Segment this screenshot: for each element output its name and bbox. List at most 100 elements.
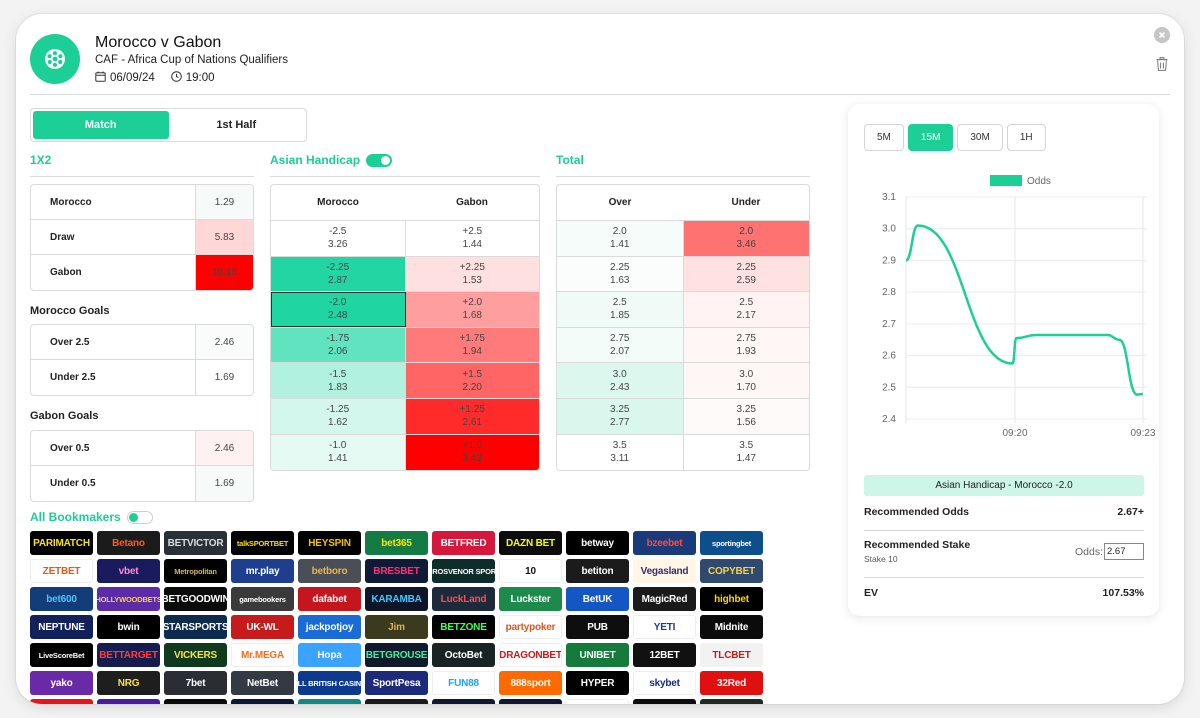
bookmaker-logo[interactable]: 10 [499, 559, 562, 583]
bookmaker-logo[interactable] [164, 699, 227, 704]
bookmaker-logo[interactable]: bet365 [365, 531, 428, 555]
bookmaker-logo[interactable]: vbet [97, 559, 160, 583]
over-total-cell[interactable]: 3.5 3.11 [557, 434, 684, 471]
bookmaker-logo[interactable]: BETGROUSE [365, 643, 428, 667]
odds-cell[interactable]: 5.83 [196, 220, 253, 254]
odds-input[interactable] [1104, 543, 1144, 560]
morocco-handicap-cell[interactable]: -1.0 1.41 [271, 434, 406, 471]
bookmaker-logo[interactable]: DRAGONBET [499, 643, 562, 667]
under-total-cell[interactable]: 3.0 1.70 [683, 363, 809, 398]
bookmaker-logo[interactable]: highbet [700, 587, 763, 611]
bookmaker-logo[interactable]: betiton [566, 559, 629, 583]
bookmaker-logo[interactable]: skybet [633, 671, 696, 695]
odds-cell[interactable]: 1.69 [196, 466, 253, 501]
bookmaker-logo[interactable]: dafabet [298, 587, 361, 611]
bookmaker-logo[interactable]: betway [566, 531, 629, 555]
under-total-cell[interactable]: 3.5 1.47 [683, 434, 809, 471]
under-total-cell[interactable]: 3.25 1.56 [683, 398, 809, 434]
bookmaker-logo[interactable]: BETFRED [432, 531, 495, 555]
bookmaker-logo[interactable]: Betano [97, 531, 160, 555]
bookmaker-logo[interactable]: Jim [365, 615, 428, 639]
under-total-cell[interactable]: 2.25 2.59 [683, 256, 809, 292]
bookmaker-logo[interactable]: 7bet [164, 671, 227, 695]
bookmaker-logo[interactable]: UK-WL [231, 615, 294, 639]
bookmaker-logo[interactable]: 12BET [633, 643, 696, 667]
odds-cell[interactable]: 19.18 [196, 255, 253, 290]
morocco-handicap-cell[interactable]: -1.75 2.06 [271, 327, 406, 363]
bookmaker-logo[interactable] [700, 699, 763, 704]
odds-cell[interactable]: 1.69 [196, 360, 253, 395]
interval-5m-button[interactable]: 5M [864, 124, 904, 151]
over-total-cell[interactable]: 3.0 2.43 [557, 363, 684, 398]
bookmaker-logo[interactable]: Luckster [499, 587, 562, 611]
over-total-cell[interactable]: 2.0 1.41 [557, 221, 684, 256]
bookmaker-logo[interactable]: STARSPORTS [164, 615, 227, 639]
bookmaker-logo[interactable]: sportingbet [700, 531, 763, 555]
morocco-handicap-cell[interactable]: -1.25 1.62 [271, 398, 406, 434]
gabon-handicap-cell[interactable]: +1.75 1.94 [405, 327, 539, 363]
bookmaker-logo[interactable]: UNIBET [566, 643, 629, 667]
bookmaker-logo[interactable]: betboro [298, 559, 361, 583]
bookmaker-logo[interactable]: Mr.MEGA [231, 643, 294, 667]
bookmaker-logo[interactable] [432, 699, 495, 704]
tab-match[interactable]: Match [33, 111, 169, 139]
bookmaker-logo[interactable]: BETTARGET [97, 643, 160, 667]
bookmaker-logo[interactable]: NetBet [231, 671, 294, 695]
bookmaker-logo[interactable]: talkSPORTBET [231, 531, 294, 555]
bookmaker-logo[interactable]: 32Red [700, 671, 763, 695]
bookmaker-logo[interactable] [499, 699, 562, 704]
bookmaker-logo[interactable] [97, 699, 160, 704]
bookmaker-logo[interactable]: BETZONE [432, 615, 495, 639]
bookmaker-logo[interactable]: LiveScoreBet [30, 643, 93, 667]
gabon-handicap-cell[interactable]: +1.0 3.43 [405, 434, 539, 471]
morocco-handicap-cell[interactable]: -2.0 2.48 [271, 292, 406, 327]
gabon-handicap-cell[interactable]: +1.5 2.20 [405, 363, 539, 398]
bookmaker-logo[interactable]: gamebookers [231, 587, 294, 611]
bookmaker-logo[interactable]: bwin [97, 615, 160, 639]
bookmaker-logo[interactable]: KARAMBA [365, 587, 428, 611]
bookmaker-logo[interactable]: Hopa [298, 643, 361, 667]
bookmaker-logo[interactable]: 888sport [499, 671, 562, 695]
bookmaker-logo[interactable]: OctoBet [432, 643, 495, 667]
bookmaker-logo[interactable]: BETVICTOR [164, 531, 227, 555]
bookmaker-logo[interactable]: COPYBET [700, 559, 763, 583]
bookmaker-logo[interactable]: ZETBET [30, 559, 93, 583]
bookmaker-logo[interactable]: YETI [633, 615, 696, 639]
bookmaker-logo[interactable]: HEYSPIN [298, 531, 361, 555]
bookmaker-logo[interactable]: Midnite [700, 615, 763, 639]
interval-30m-button[interactable]: 30M [957, 124, 1003, 151]
bookmaker-logo[interactable]: SportPesa [365, 671, 428, 695]
bookmaker-logo[interactable] [633, 699, 696, 704]
bookmaker-logo[interactable]: jackpotjoy [298, 615, 361, 639]
bookmaker-logo[interactable]: DAZN BET [499, 531, 562, 555]
bookmaker-logo[interactable] [365, 699, 428, 704]
bookmaker-logo[interactable]: BETGOODWIN [164, 587, 227, 611]
bookmaker-logo[interactable] [566, 699, 629, 704]
gabon-handicap-cell[interactable]: +1.25 2.61 [405, 398, 539, 434]
bookmaker-logo[interactable]: HYPER [566, 671, 629, 695]
morocco-handicap-cell[interactable]: -2.25 2.87 [271, 256, 406, 292]
bookmaker-logo[interactable]: PUB [566, 615, 629, 639]
bookmaker-logo[interactable]: NEPTUNE [30, 615, 93, 639]
under-total-cell[interactable]: 2.75 1.93 [683, 327, 809, 363]
over-total-cell[interactable]: 2.5 1.85 [557, 292, 684, 327]
bookmaker-logo[interactable]: TLCBET [700, 643, 763, 667]
bookmaker-logo[interactable]: Vegasland [633, 559, 696, 583]
morocco-handicap-cell[interactable]: -1.5 1.83 [271, 363, 406, 398]
bookmaker-logo[interactable] [30, 699, 93, 704]
bookmaker-logo[interactable]: BetUK [566, 587, 629, 611]
under-total-cell[interactable]: 2.0 3.46 [683, 221, 809, 256]
bookmaker-logo[interactable]: VICKERS [164, 643, 227, 667]
morocco-handicap-cell[interactable]: -2.5 3.26 [271, 221, 406, 256]
bookmaker-logo[interactable]: LuckLand [432, 587, 495, 611]
delete-button[interactable] [1156, 57, 1170, 73]
bookmaker-logo[interactable]: bzeebet [633, 531, 696, 555]
bookmaker-logo[interactable]: PARIMATCH [30, 531, 93, 555]
over-total-cell[interactable]: 3.25 2.77 [557, 398, 684, 434]
bookmaker-logo[interactable] [231, 699, 294, 704]
bookmaker-logo[interactable] [298, 699, 361, 704]
asian-handicap-toggle[interactable] [366, 153, 393, 167]
bookmaker-logo[interactable]: ALL BRITISH CASINO [298, 671, 361, 695]
tab-1st-half[interactable]: 1st Half [169, 111, 305, 139]
over-total-cell[interactable]: 2.75 2.07 [557, 327, 684, 363]
